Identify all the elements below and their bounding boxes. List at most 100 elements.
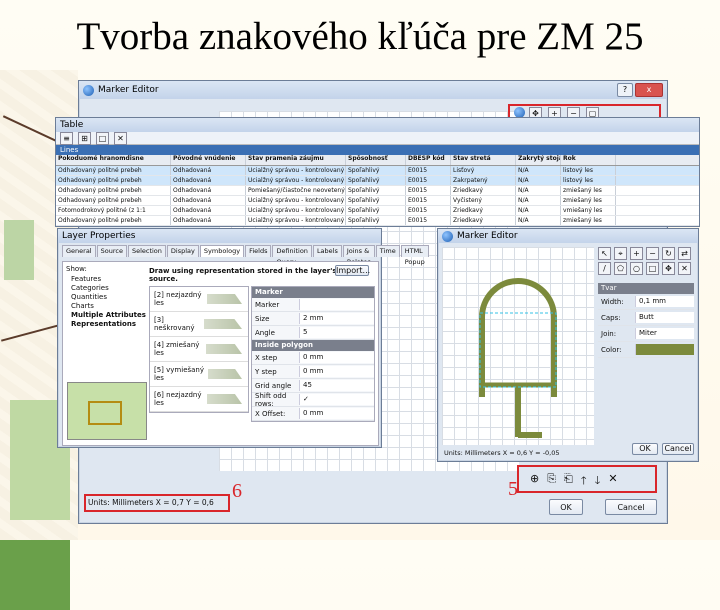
table-row[interactable]: Odhadovaný politné prebeh Odhadovaná Ucial… xyxy=(56,166,699,176)
rect-tool-icon[interactable]: □ xyxy=(646,262,659,275)
show-item[interactable]: Multiple Attributes xyxy=(71,311,146,320)
property-value[interactable]: 2 mm xyxy=(299,313,374,324)
show-item[interactable]: Categories xyxy=(71,284,146,293)
table-row[interactable]: Fotomodrokový politné (z 1:1 Odhadovaná Uc… xyxy=(56,206,699,216)
add-layer-icon[interactable]: ⊕ xyxy=(530,472,539,491)
tab-joins-relates[interactable]: Joins & Relates xyxy=(342,245,375,266)
property-section-header: Inside polygon xyxy=(252,340,374,351)
zoom-in-icon[interactable]: + xyxy=(630,247,643,260)
table-cell: N/A xyxy=(516,206,561,215)
map-forest-patch xyxy=(4,220,34,280)
close-button[interactable]: x xyxy=(635,83,663,97)
property-value[interactable]: 0 mm xyxy=(299,352,374,363)
tab-labels[interactable]: Labels xyxy=(312,245,342,257)
property-row[interactable]: Marker xyxy=(252,298,374,312)
property-value[interactable]: 5 xyxy=(299,327,374,338)
tab-display[interactable]: Display xyxy=(166,245,199,257)
select-by-attributes-icon[interactable]: ⊞ xyxy=(78,131,91,145)
shape-property-name: Caps: xyxy=(601,313,621,322)
table-cell: E0015 xyxy=(406,206,451,215)
small-cancel-button[interactable]: Cancel xyxy=(662,443,694,455)
property-value[interactable]: 0 mm xyxy=(299,408,374,419)
move-up-icon[interactable]: 🡑 xyxy=(581,472,587,491)
help-button[interactable]: ? xyxy=(617,83,633,97)
paste-layer-icon[interactable]: ⎗ xyxy=(564,472,573,491)
marker-stem-shape[interactable] xyxy=(515,385,542,438)
property-value[interactable]: 0 mm xyxy=(299,366,374,377)
property-value[interactable] xyxy=(299,299,374,310)
marker-arch-shape[interactable] xyxy=(479,278,557,397)
shape-property-row[interactable]: Join: Miter xyxy=(598,326,694,342)
show-item[interactable]: Charts xyxy=(71,302,146,311)
column-header[interactable]: Pokoduomé hranomdisne xyxy=(56,155,171,165)
small-marker-canvas[interactable] xyxy=(442,247,594,445)
representation-rule[interactable]: [6] nezjazdný les xyxy=(150,387,248,412)
clear-selection-icon[interactable]: □ xyxy=(96,131,109,145)
show-list: Features Categories Quantities Charts Multip… xyxy=(71,275,146,329)
move-icon[interactable]: ✥ xyxy=(662,262,675,275)
property-row[interactable]: Y step 0 mm xyxy=(252,365,374,379)
tab-fields[interactable]: Fields xyxy=(245,245,272,257)
show-item[interactable]: Quantities xyxy=(71,293,146,302)
tab-general[interactable]: General xyxy=(62,245,96,257)
table-row[interactable]: Odhadovaný politné prebeh Odhadovaná Ucial… xyxy=(56,176,699,186)
column-header[interactable]: Rok xyxy=(561,155,616,165)
import-button[interactable]: Import... xyxy=(335,265,370,276)
show-item[interactable]: Representations xyxy=(71,320,146,329)
shape-property-value[interactable]: Butt xyxy=(635,312,694,323)
show-item[interactable]: Features xyxy=(71,275,146,284)
zoom-out-icon[interactable]: − xyxy=(646,247,659,260)
shape-property-value[interactable]: 0,1 mm xyxy=(635,296,694,307)
representation-rule[interactable]: [2] nezjazdný les xyxy=(150,287,248,312)
table-options-icon[interactable]: ≡ xyxy=(60,131,73,145)
property-value[interactable]: 45 xyxy=(299,380,374,391)
column-header[interactable]: Zakrytý stojahrujunia xyxy=(516,155,561,165)
shape-property-row[interactable]: Color: xyxy=(598,342,694,358)
select-tool-icon[interactable]: ↖ xyxy=(598,247,611,260)
tab-html-popup[interactable]: HTML Popup xyxy=(400,245,429,266)
table-row[interactable]: Odhadovaný politné prebeh Odhadovaná Ucial… xyxy=(56,196,699,206)
property-row[interactable]: Angle 5 xyxy=(252,326,374,340)
vertex-tool-icon[interactable]: ⌖ xyxy=(614,247,627,260)
property-row[interactable]: X Offset: 0 mm xyxy=(252,407,374,421)
property-row[interactable]: X step 0 mm xyxy=(252,351,374,365)
shape-property-row[interactable]: Caps: Butt xyxy=(598,310,694,326)
layer-properties-window: Layer Properties General Source Selection D… xyxy=(57,228,429,448)
tab-source[interactable]: Source xyxy=(96,245,127,257)
delete-layer-icon[interactable]: ✕ xyxy=(608,472,617,491)
representation-rule[interactable]: [3] neškrovaný xyxy=(150,312,248,337)
column-header[interactable]: Stav pramenia záujmu xyxy=(246,155,346,165)
shape-property-value[interactable] xyxy=(635,344,694,355)
table-row[interactable]: Odhadovaný politné prebeh Odhadovaná Ucial… xyxy=(56,216,699,226)
shape-property-value[interactable]: Miter xyxy=(635,328,694,339)
circle-tool-icon[interactable]: ○ xyxy=(630,262,643,275)
representation-rule[interactable]: [4] zmiešaný les xyxy=(150,337,248,362)
shape-property-row[interactable]: Width: 0,1 mm xyxy=(598,294,694,310)
tab-definition-query[interactable]: Definition Query xyxy=(272,245,312,266)
delete-icon[interactable]: ✕ xyxy=(114,131,127,145)
representation-rule[interactable]: [5] vymiešaný les xyxy=(150,362,248,387)
flip-icon[interactable]: ⇄ xyxy=(678,247,691,260)
column-header[interactable]: DBESP kód xyxy=(406,155,451,165)
tab-time[interactable]: Time xyxy=(375,245,400,257)
polygon-tool-icon[interactable]: ⬠ xyxy=(614,262,627,275)
tab-selection[interactable]: Selection xyxy=(127,245,166,257)
property-value[interactable]: ✓ xyxy=(299,394,374,405)
property-row[interactable]: Shift odd rows: ✓ xyxy=(252,392,374,408)
move-down-icon[interactable]: 🡓 xyxy=(595,472,601,491)
column-header[interactable]: Spôsobnosť xyxy=(346,155,406,165)
table-title: Table xyxy=(60,120,84,130)
column-header[interactable]: Pôvodné vnúdenie xyxy=(171,155,246,165)
marker-editor-small-window: Marker Editor ↖ ⌖ + − ↻ ⇄ / ⬠ ○ □ ✥ ✕ Tv… xyxy=(437,228,699,462)
table-row[interactable]: Odhadovaný politné prebeh Odhadovaná Pomie… xyxy=(56,186,699,196)
copy-layer-icon[interactable]: ⎘ xyxy=(547,472,556,491)
cancel-button[interactable]: Cancel xyxy=(605,499,657,515)
line-tool-icon[interactable]: / xyxy=(598,262,611,275)
property-row[interactable]: Size 2 mm xyxy=(252,312,374,326)
tab-symbology[interactable]: Symbology xyxy=(199,245,245,257)
ok-button[interactable]: OK xyxy=(549,499,583,515)
small-ok-button[interactable]: OK xyxy=(632,443,658,455)
erase-icon[interactable]: ✕ xyxy=(678,262,691,275)
rotate-icon[interactable]: ↻ xyxy=(662,247,675,260)
column-header[interactable]: Stav stretá xyxy=(451,155,516,165)
